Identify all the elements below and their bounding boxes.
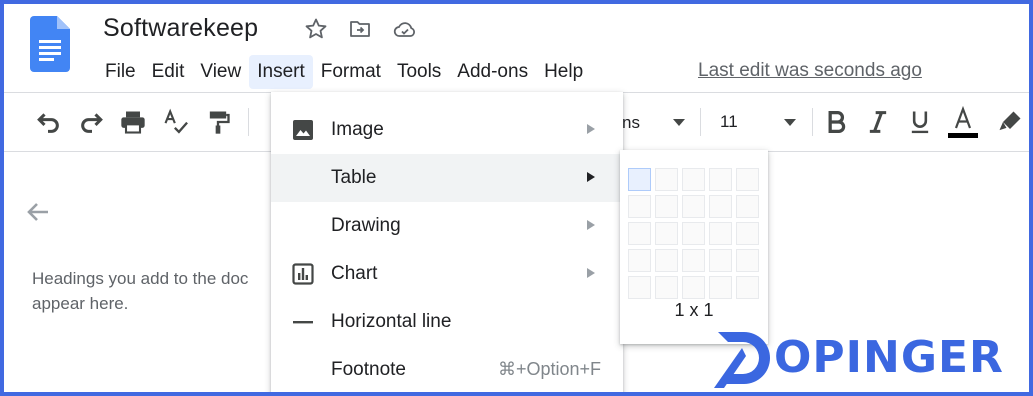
table-grid-cell[interactable] [682, 222, 705, 245]
table-grid-cell[interactable] [628, 276, 651, 299]
table-grid-cell[interactable] [682, 195, 705, 218]
highlight-icon[interactable] [996, 108, 1024, 136]
document-title[interactable]: Softwarekeep [103, 14, 258, 43]
table-grid-cell[interactable] [628, 222, 651, 245]
font-size-dropdown-icon[interactable] [784, 119, 796, 127]
table-grid-cell[interactable] [709, 276, 732, 299]
menu-item-drawing[interactable]: Drawing [271, 202, 623, 250]
outline-hint-line-2: appear here. [32, 294, 129, 313]
submenu-arrow-icon [587, 172, 595, 182]
footnote-shortcut: ⌘+Option+F [497, 359, 601, 379]
table-grid-cell[interactable] [709, 195, 732, 218]
submenu-arrow-icon [587, 268, 595, 278]
dopinger-watermark: OPINGER [712, 330, 1012, 388]
chart-icon [292, 263, 314, 285]
table-grid-cell[interactable] [655, 168, 678, 191]
last-edit-link[interactable]: Last edit was seconds ago [698, 60, 922, 82]
outline-hint-text: Headings you add to the doc appear here. [32, 266, 272, 316]
table-grid-cell[interactable] [628, 249, 651, 272]
table-grid-cell[interactable] [682, 168, 705, 191]
table-grid-cell[interactable] [655, 249, 678, 272]
watermark-text: OPINGER [774, 332, 1004, 383]
undo-icon[interactable] [34, 108, 62, 136]
redo-icon[interactable] [78, 108, 106, 136]
underline-icon[interactable] [906, 108, 934, 136]
dopinger-logo-icon [714, 332, 770, 388]
print-icon[interactable] [119, 108, 147, 136]
table-size-picker: 1 x 1 [620, 150, 768, 344]
table-grid-cell[interactable] [709, 249, 732, 272]
submenu-arrow-icon [587, 124, 595, 134]
app-window: Softwarekeep File Edit View Insert Forma… [4, 4, 1029, 392]
table-grid-cell[interactable] [628, 168, 651, 191]
bold-icon[interactable] [822, 108, 850, 136]
table-grid-cell[interactable] [736, 249, 759, 272]
menu-tools[interactable]: Tools [389, 55, 449, 89]
cloud-saved-icon[interactable] [393, 17, 417, 41]
menu-item-label: Table [331, 167, 377, 188]
table-grid-cell[interactable] [736, 168, 759, 191]
table-grid-cell[interactable] [655, 195, 678, 218]
text-color-icon[interactable] [946, 105, 980, 141]
table-grid-cell[interactable] [736, 276, 759, 299]
menu-bar: File Edit View Insert Format Tools Add-o… [97, 54, 591, 90]
menu-item-horizontal-line[interactable]: Horizontal line [271, 298, 623, 346]
menu-item-label: Drawing [331, 215, 401, 236]
table-grid-cell[interactable] [655, 222, 678, 245]
menu-file[interactable]: File [97, 55, 144, 89]
italic-icon[interactable] [864, 108, 892, 136]
menu-format[interactable]: Format [313, 55, 389, 89]
menu-item-chart[interactable]: Chart [271, 250, 623, 298]
table-grid-cell[interactable] [682, 276, 705, 299]
menu-item-label: Footnote [331, 359, 406, 380]
insert-menu: Image Table Drawing Chart Horizontal lin… [271, 92, 623, 392]
horizontal-line-icon [293, 321, 313, 324]
table-size-label: 1 x 1 [674, 300, 714, 320]
menu-item-label: Horizontal line [331, 311, 452, 332]
font-dropdown-icon[interactable] [673, 119, 685, 127]
menu-item-footnote[interactable]: Footnote ⌘+Option+F [271, 346, 623, 392]
menu-item-label: Image [331, 119, 384, 140]
move-to-folder-icon[interactable] [348, 17, 372, 41]
menu-help[interactable]: Help [536, 55, 591, 89]
menu-view[interactable]: View [192, 55, 249, 89]
table-grid-cell[interactable] [682, 249, 705, 272]
paint-format-icon[interactable] [204, 108, 232, 136]
table-grid-cell[interactable] [628, 195, 651, 218]
star-icon[interactable] [304, 17, 328, 41]
font-size-select[interactable]: 11 [720, 112, 738, 132]
menu-edit[interactable]: Edit [144, 55, 193, 89]
menu-item-image[interactable]: Image [271, 106, 623, 154]
submenu-arrow-icon [587, 220, 595, 230]
table-grid-cell[interactable] [709, 168, 732, 191]
back-arrow-icon[interactable] [22, 196, 54, 228]
menu-addons[interactable]: Add-ons [449, 55, 536, 89]
table-grid-cell[interactable] [709, 222, 732, 245]
docs-logo-icon[interactable] [30, 16, 70, 72]
table-grid-cell[interactable] [736, 195, 759, 218]
menu-item-label: Chart [331, 263, 378, 284]
menu-insert[interactable]: Insert [249, 55, 313, 89]
table-grid-cell[interactable] [736, 222, 759, 245]
table-grid-cell[interactable] [655, 276, 678, 299]
menu-item-table[interactable]: Table [271, 154, 623, 202]
table-grid[interactable] [628, 168, 759, 299]
spellcheck-icon[interactable] [162, 108, 190, 136]
image-icon [293, 120, 313, 140]
font-family-select[interactable]: ns [622, 113, 640, 133]
outline-hint-line-1: Headings you add to the doc [32, 269, 249, 288]
